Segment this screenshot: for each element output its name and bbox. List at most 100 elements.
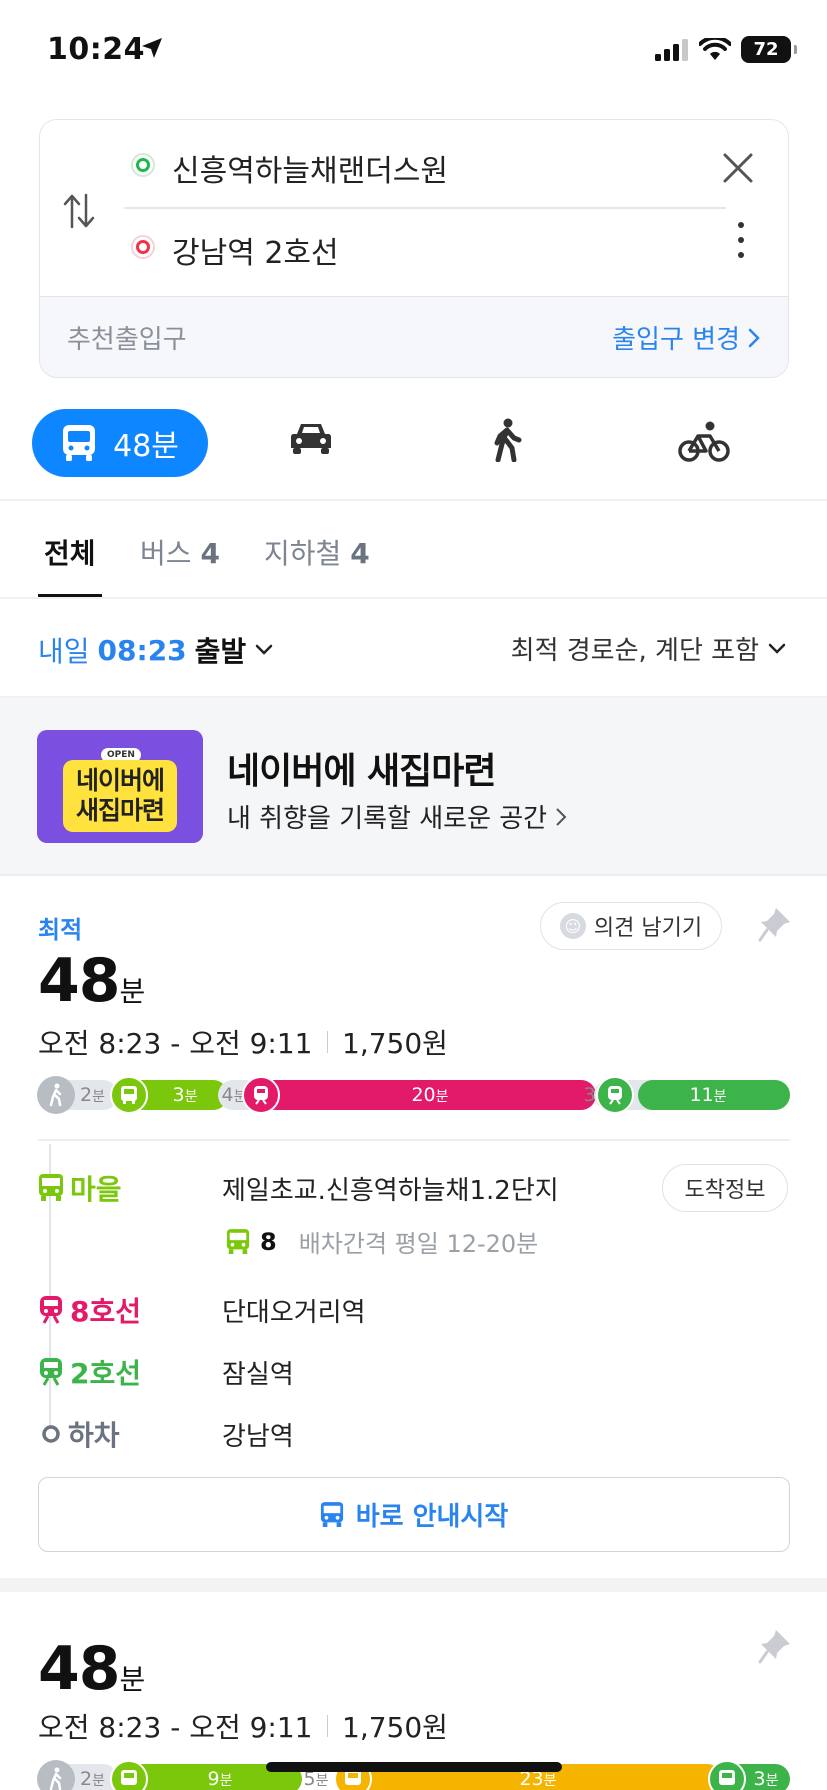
- fare: 1,750원: [342, 1711, 448, 1744]
- bar-end-label: 3분: [753, 1768, 779, 1790]
- feedback-label: 의견 남기기: [593, 916, 703, 941]
- duration-unit: 분: [119, 975, 146, 1008]
- destination-field[interactable]: 강남역 2호선: [172, 228, 339, 272]
- chevron-down-icon: [255, 644, 273, 655]
- bar-line2-label: 11분: [689, 1084, 727, 1106]
- alight-circle-icon: [42, 1425, 60, 1443]
- destination-marker-icon: [131, 235, 155, 259]
- walk-icon: [494, 418, 522, 463]
- smile-icon: ☺: [559, 913, 586, 939]
- route-search-box: 신흥역하늘채랜더스원 강남역 2호선 추천출입구 출입구 변경: [39, 119, 789, 378]
- bus-icon: [63, 425, 96, 461]
- best-route-tag: 최적: [38, 916, 83, 944]
- bar-line8-label: 20분: [411, 1084, 449, 1106]
- origin-marker-icon: [131, 153, 155, 177]
- tab-bus-label: 버스: [140, 537, 192, 570]
- bus-icon: [708, 1760, 746, 1790]
- divider: [0, 499, 827, 501]
- home-indicator[interactable]: [266, 1762, 562, 1772]
- step-label: 마을: [70, 1173, 122, 1206]
- bus-interval: 배차간격 평일 12-20분: [298, 1230, 539, 1258]
- bus-icon: [39, 1174, 63, 1201]
- divider: [38, 1139, 790, 1141]
- time-range: 오전 8:23 - 오전 9:11: [38, 1027, 313, 1060]
- step-stop-name: 잠실역: [222, 1360, 294, 1390]
- mode-car-tab[interactable]: [289, 420, 333, 460]
- depart-day: 내일: [38, 635, 90, 668]
- battery-level: 72: [753, 39, 779, 60]
- bar-walk-label: 2분: [80, 1084, 105, 1106]
- tab-subway-label: 지하철: [264, 537, 342, 570]
- tab-subway[interactable]: 지하철 4: [264, 532, 370, 572]
- divider: [0, 597, 827, 599]
- entrance-change-link[interactable]: 출입구 변경: [612, 319, 760, 356]
- route-timeline-bar: 2분 3분 4분 20분 3분 11분: [37, 1076, 790, 1114]
- more-options-icon[interactable]: [738, 222, 744, 258]
- step-alight: 하차: [40, 1414, 120, 1454]
- tab-all[interactable]: 전체: [44, 532, 96, 572]
- feedback-button[interactable]: ☺ 의견 남기기: [540, 902, 722, 950]
- fare: 1,750원: [342, 1027, 448, 1060]
- divider: [124, 207, 726, 209]
- origin-field[interactable]: 신흥역하늘채랜더스원: [172, 146, 448, 190]
- bus-number-row: 8 배차간격 평일 12-20분: [226, 1224, 538, 1259]
- bus-icon: [110, 1760, 148, 1790]
- subway-icon: [596, 1076, 634, 1114]
- tab-bus[interactable]: 버스 4: [140, 532, 220, 572]
- start-navigation-label: 바로 안내시작: [355, 1502, 509, 1532]
- close-icon[interactable]: [720, 150, 756, 190]
- bus-number: 8: [260, 1227, 277, 1256]
- transit-time: 48분: [113, 429, 179, 464]
- subway-icon: [40, 1358, 62, 1386]
- walk-icon: [37, 1076, 75, 1114]
- departure-time-selector[interactable]: 내일 08:23 출발: [38, 630, 274, 670]
- signal-icon: [655, 38, 688, 61]
- banner-subtitle-text: 내 취향을 기록할 새로운 공간: [227, 804, 548, 834]
- entrance-label: 추천출입구: [67, 325, 187, 355]
- arrival-info-button[interactable]: 도착정보: [662, 1164, 788, 1212]
- step-stop-name: 단대오거리역: [222, 1298, 366, 1328]
- depart-time: 08:23: [97, 633, 187, 667]
- status-time: 10:24: [47, 32, 145, 67]
- duration-minutes: 48: [38, 946, 120, 1016]
- banner-subtitle: 내 취향을 기록할 새로운 공간: [227, 798, 567, 835]
- section-divider: [0, 1578, 827, 1592]
- step-stop-name: 강남역: [222, 1422, 294, 1452]
- sort-label: 최적 경로순, 계단 포함: [510, 636, 759, 666]
- banner-sign-line1: 네이버에: [75, 766, 165, 795]
- walk-icon: [37, 1760, 75, 1790]
- wifi-icon: [699, 37, 731, 60]
- car-icon: [290, 424, 332, 454]
- location-arrow-icon: [140, 36, 164, 64]
- step-line2: 2호선: [38, 1352, 141, 1392]
- banner-sign: 네이버에 새집마련: [63, 760, 177, 832]
- chevron-right-icon: [748, 328, 760, 347]
- swap-direction-icon[interactable]: [62, 191, 96, 235]
- route-time-fare: 오전 8:23 - 오전 9:11 1,750원: [38, 1706, 448, 1746]
- bike-icon: [678, 421, 730, 462]
- tab-subway-count: 4: [350, 537, 370, 570]
- entrance-bar: 추천출입구 출입구 변경: [40, 296, 788, 377]
- battery-icon: 72: [741, 36, 797, 63]
- sort-selector[interactable]: 최적 경로순, 계단 포함: [511, 630, 787, 667]
- start-navigation-button[interactable]: 바로 안내시작: [38, 1477, 790, 1552]
- promo-banner[interactable]: OPEN 네이버에 새집마련 네이버에 새집마련 내 취향을 기록할 새로운 공…: [0, 698, 827, 874]
- step-label: 8호선: [70, 1295, 142, 1328]
- mode-transit-tab[interactable]: 48분: [32, 409, 208, 477]
- route-time-fare: 오전 8:23 - 오전 9:11 1,750원: [38, 1022, 448, 1062]
- step-stop-name: 제일초교.신흥역하늘채1.2단지: [222, 1176, 559, 1206]
- tab-all-label: 전체: [44, 537, 96, 570]
- mode-bike-tab[interactable]: [678, 420, 730, 466]
- bus-icon: [320, 1501, 343, 1527]
- banner-title: 네이버에 새집마련: [227, 751, 496, 792]
- step-label: 2호선: [70, 1357, 142, 1390]
- bus-icon: [110, 1076, 148, 1114]
- route-duration: 48분: [38, 946, 145, 1016]
- duration-minutes: 48: [38, 1634, 120, 1704]
- pin-icon[interactable]: [758, 1628, 792, 1668]
- mode-walk-tab[interactable]: [492, 418, 522, 466]
- pin-icon[interactable]: [758, 906, 792, 946]
- chevron-right-icon: [556, 808, 567, 826]
- tab-bus-count: 4: [200, 537, 220, 570]
- step-village-bus: 마을: [38, 1168, 122, 1208]
